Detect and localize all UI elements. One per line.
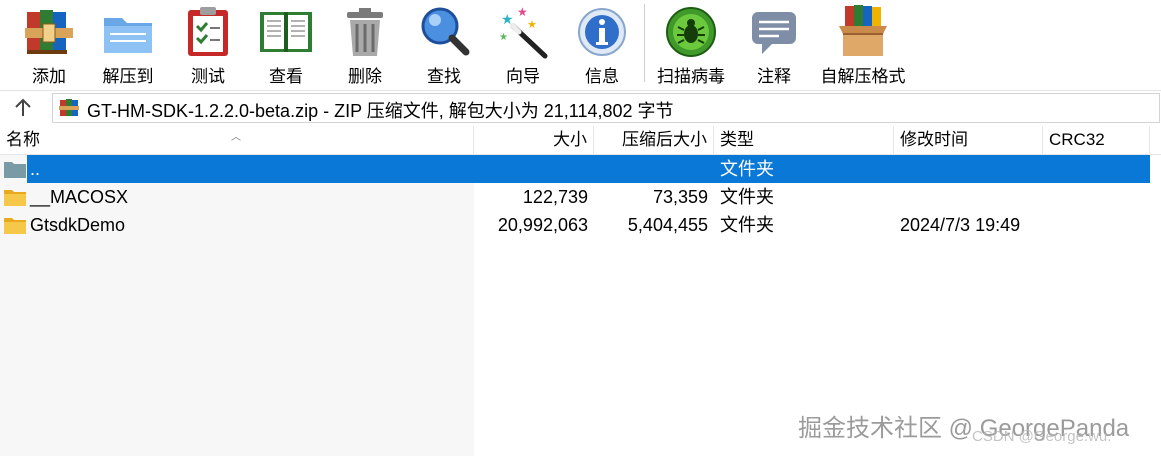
up-arrow-icon[interactable] xyxy=(12,97,34,119)
sfx-label: 自解压格式 xyxy=(820,67,906,86)
table-row[interactable]: __MACOSX 122,739 73,359 文件夹 xyxy=(0,183,1150,211)
svg-text:★: ★ xyxy=(501,11,514,27)
comment-icon xyxy=(752,12,796,54)
row-type: 文件夹 xyxy=(720,187,774,207)
watermark-sub: CSDN @George.wu. xyxy=(972,428,1112,445)
info-button[interactable]: 信息 xyxy=(574,0,630,88)
info-icon xyxy=(578,8,626,56)
zip-archive-icon xyxy=(59,99,79,116)
virus-scan-button[interactable]: 扫描病毒 xyxy=(652,0,730,88)
info-label: 信息 xyxy=(585,67,619,86)
row-name: .. xyxy=(30,159,41,179)
sort-asc-icon: ︿ xyxy=(231,132,241,143)
column-header: 名称 ︿ 大小 压缩后大小 类型 修改时间 CRC32 xyxy=(0,126,1161,155)
toolbar-separator xyxy=(644,4,645,82)
row-type: 文件夹 xyxy=(720,215,774,235)
sfx-button[interactable]: 自解压格式 xyxy=(815,0,911,88)
table-row[interactable]: .. 文件夹 xyxy=(27,155,1150,183)
header-packed-label: 压缩后大小 xyxy=(622,130,707,149)
parent-folder-icon xyxy=(4,162,26,178)
virus-scan-label: 扫描病毒 xyxy=(657,67,725,86)
comment-label: 注释 xyxy=(757,67,791,86)
delete-button[interactable]: 删除 xyxy=(337,0,393,88)
view-label: 查看 xyxy=(269,67,303,86)
header-type[interactable]: 类型 xyxy=(714,126,894,154)
header-crc[interactable]: CRC32 xyxy=(1043,126,1150,154)
row-type: 文件夹 xyxy=(720,159,774,179)
wizard-label: 向导 xyxy=(506,67,540,86)
folder-extract-icon xyxy=(104,18,152,53)
header-packed[interactable]: 压缩后大小 xyxy=(594,126,714,154)
svg-text:★: ★ xyxy=(517,5,528,19)
header-crc-label: CRC32 xyxy=(1049,130,1105,149)
archive-path-text: GT-HM-SDK-1.2.2.0-beta.zip - ZIP 压缩文件, 解… xyxy=(87,101,674,121)
row-packed: 5,404,455 xyxy=(627,215,708,235)
row-packed: 73,359 xyxy=(652,187,708,207)
address-bar: GT-HM-SDK-1.2.2.0-beta.zip - ZIP 压缩文件, 解… xyxy=(0,90,1161,125)
add-button[interactable]: 添加 xyxy=(20,0,78,88)
row-modified: 2024/7/3 19:49 xyxy=(900,215,1021,235)
find-button[interactable]: 查找 xyxy=(416,0,472,88)
header-modified-label: 修改时间 xyxy=(900,130,968,149)
clipboard-check-icon xyxy=(188,7,228,56)
table-row[interactable]: GtsdkDemo 20,992,063 5,404,455 文件夹 2024/… xyxy=(0,211,1150,239)
comment-button[interactable]: 注释 xyxy=(746,0,802,88)
open-book-icon xyxy=(260,12,312,52)
magnifier-icon xyxy=(421,7,470,56)
folder-icon xyxy=(4,218,26,234)
header-size[interactable]: 大小 xyxy=(474,126,594,154)
header-name-label: 名称 xyxy=(6,130,40,149)
test-label: 测试 xyxy=(191,67,225,86)
header-type-label: 类型 xyxy=(720,130,754,149)
path-field[interactable]: GT-HM-SDK-1.2.2.0-beta.zip - ZIP 压缩文件, 解… xyxy=(52,93,1160,123)
trash-icon xyxy=(347,8,383,56)
find-label: 查找 xyxy=(427,67,461,86)
header-modified[interactable]: 修改时间 xyxy=(894,126,1043,154)
folder-icon xyxy=(4,190,26,206)
row-name: __MACOSX xyxy=(30,187,129,207)
svg-text:★: ★ xyxy=(499,32,508,43)
sfx-box-icon xyxy=(839,5,887,56)
magic-wand-icon: ★ ★ ★ ★ xyxy=(499,5,548,59)
extract-to-button[interactable]: 解压到 xyxy=(97,0,159,88)
row-size: 122,739 xyxy=(522,187,588,207)
wizard-button[interactable]: ★ ★ ★ ★ 向导 xyxy=(495,0,551,88)
row-name: GtsdkDemo xyxy=(30,215,126,235)
header-size-label: 大小 xyxy=(553,130,587,149)
view-button[interactable]: 查看 xyxy=(256,0,316,88)
svg-text:★: ★ xyxy=(527,19,537,31)
row-size: 20,992,063 xyxy=(497,215,588,235)
header-name[interactable]: 名称 ︿ xyxy=(0,126,474,154)
extract-to-label: 解压到 xyxy=(102,67,154,86)
virus-scan-icon xyxy=(666,7,716,57)
add-label: 添加 xyxy=(32,67,66,86)
toolbar: 添加 解压到 测试 查看 删除 查找 ★ ★ ★ ★ 向导 信息 扫描病毒 注释… xyxy=(0,0,1161,90)
test-button[interactable]: 测试 xyxy=(180,0,236,88)
books-add-icon xyxy=(25,10,73,54)
delete-label: 删除 xyxy=(348,67,382,86)
